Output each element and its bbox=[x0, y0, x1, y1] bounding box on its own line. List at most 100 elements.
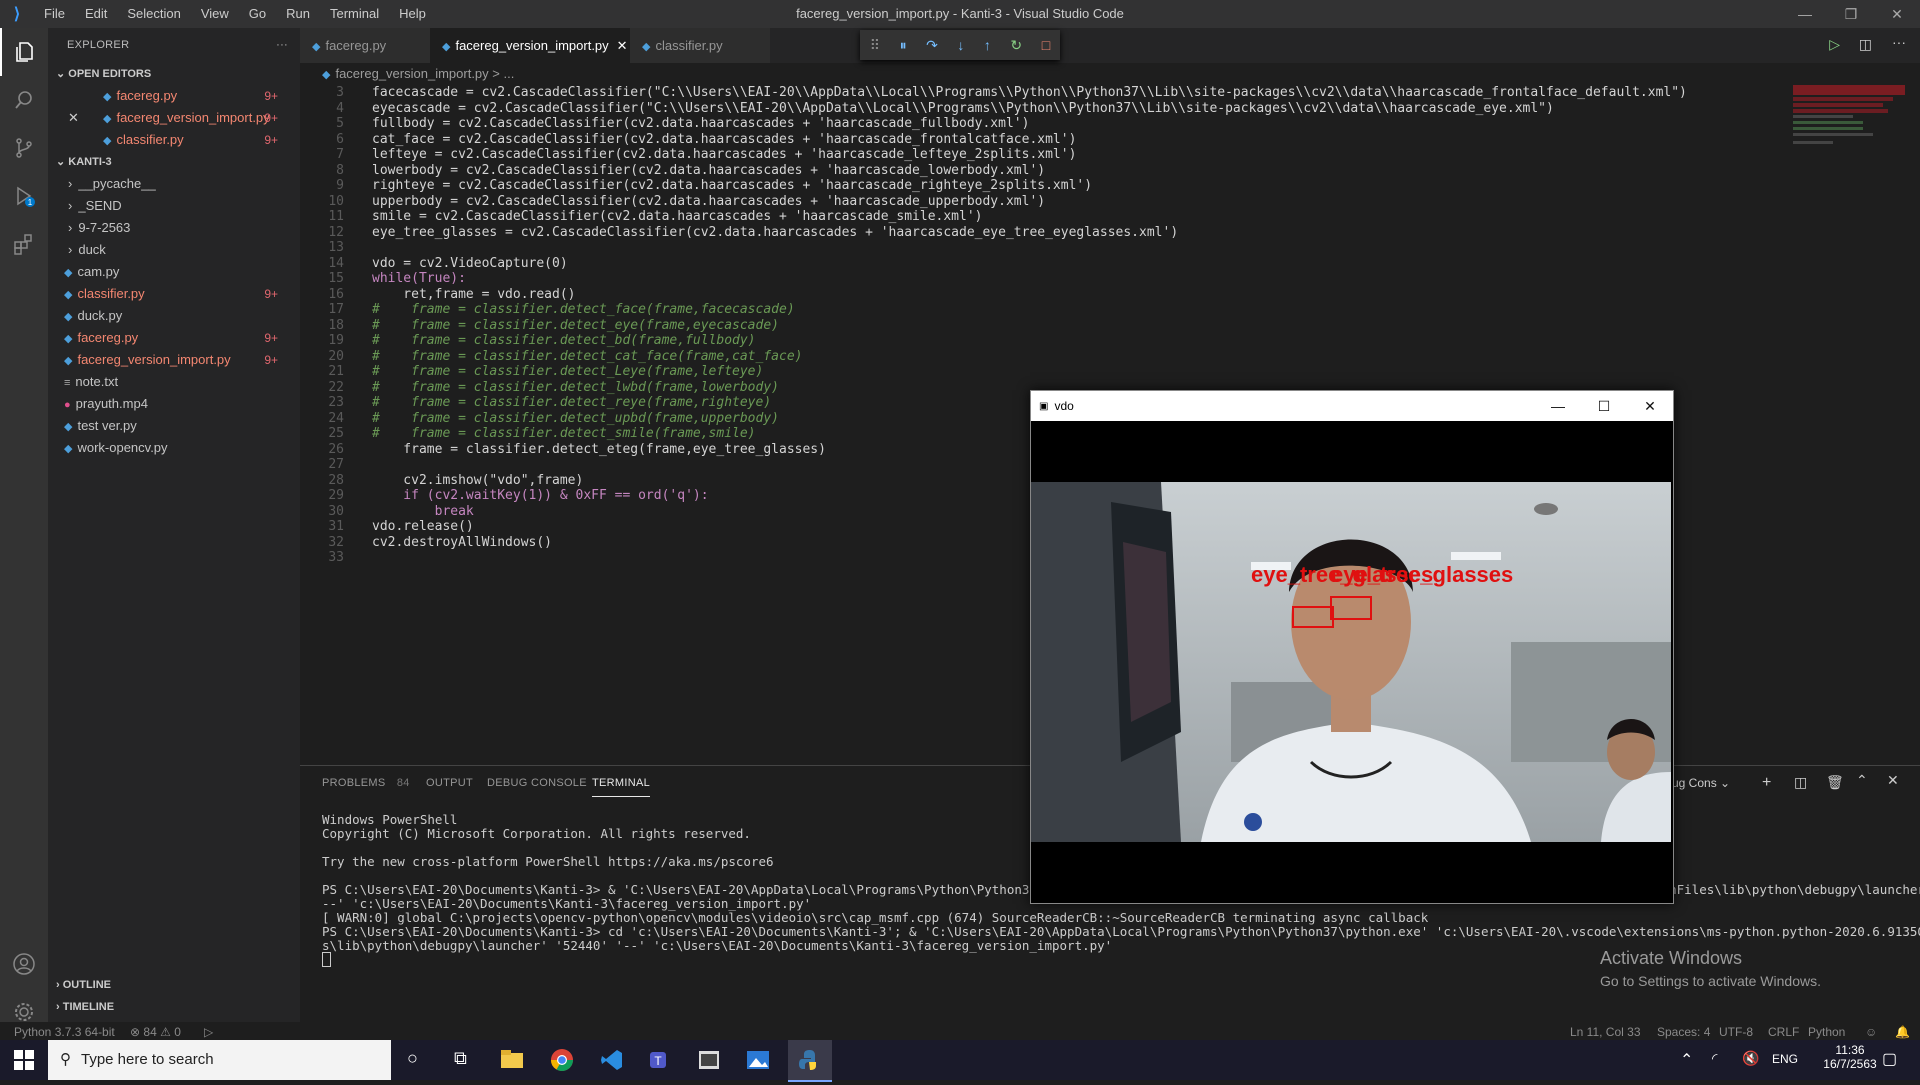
step-out-icon[interactable]: ↑ bbox=[984, 37, 991, 53]
close-window-button[interactable]: ✕ bbox=[1874, 0, 1920, 28]
encoding[interactable]: UTF-8 bbox=[1719, 1025, 1753, 1039]
outline-header[interactable]: › OUTLINE bbox=[48, 974, 111, 996]
feedback-icon[interactable]: ☺ bbox=[1865, 1025, 1877, 1039]
tab-classifier[interactable]: ◆ classifier.py bbox=[630, 28, 770, 63]
extensions-icon[interactable] bbox=[0, 220, 48, 268]
photos-icon[interactable] bbox=[746, 1048, 770, 1077]
account-icon[interactable] bbox=[0, 940, 48, 988]
stop-icon[interactable]: □ bbox=[1042, 37, 1050, 53]
menu-go[interactable]: Go bbox=[239, 0, 276, 28]
file-item[interactable]: ≡ note.txt bbox=[48, 371, 300, 393]
minimap[interactable] bbox=[1793, 85, 1905, 775]
menu-help[interactable]: Help bbox=[389, 0, 436, 28]
more-actions-icon[interactable]: ··· bbox=[276, 28, 288, 63]
vdo-minimize-button[interactable]: — bbox=[1535, 391, 1581, 421]
close-tab-icon[interactable]: ✕ bbox=[617, 38, 628, 53]
pause-icon[interactable]: ⏸ bbox=[900, 37, 907, 54]
maximize-panel-icon[interactable]: ⌃ bbox=[1856, 772, 1868, 789]
task-view-icon[interactable]: ⧉ bbox=[454, 1048, 467, 1069]
vdo-window[interactable]: ▣ vdo — ☐ ✕ eye_tree_glasses eye_tree_gl… bbox=[1030, 390, 1674, 904]
menu-run[interactable]: Run bbox=[276, 0, 320, 28]
show-hidden-icons-icon[interactable]: ⌃ bbox=[1680, 1050, 1693, 1070]
cortana-icon[interactable]: ○ bbox=[407, 1048, 418, 1069]
restore-button[interactable]: ❐ bbox=[1828, 0, 1874, 28]
open-editor-item[interactable]: ◆ facereg.py 9+ bbox=[48, 85, 300, 107]
file-item[interactable]: ◆ facereg_version_import.py 9+ bbox=[48, 349, 300, 371]
timeline-header[interactable]: › TIMELINE bbox=[48, 996, 114, 1018]
line-number: 9 bbox=[336, 178, 344, 193]
menu-edit[interactable]: Edit bbox=[75, 0, 117, 28]
new-terminal-icon[interactable]: + bbox=[1762, 774, 1771, 792]
action-center-icon[interactable]: ▢ bbox=[1882, 1049, 1897, 1069]
tab-output[interactable]: OUTPUT bbox=[426, 766, 473, 801]
taskbar-search-input[interactable]: ⚲ Type here to search bbox=[48, 1040, 391, 1080]
menu-selection[interactable]: Selection bbox=[117, 0, 190, 28]
project-header[interactable]: ⌄ KANTI-3 bbox=[48, 151, 300, 173]
run-file-icon[interactable]: ▷ bbox=[1829, 36, 1840, 53]
language-indicator[interactable]: ENG bbox=[1772, 1052, 1798, 1066]
restart-icon[interactable]: ↻ bbox=[1010, 37, 1022, 54]
trash-icon[interactable]: 🗑 bbox=[1826, 774, 1844, 791]
more-actions-icon[interactable]: ··· bbox=[1892, 34, 1906, 50]
breadcrumb[interactable]: ◆ facereg_version_import.py > ... bbox=[300, 63, 1920, 85]
app-icon[interactable] bbox=[697, 1048, 721, 1077]
teams-icon[interactable]: T bbox=[648, 1048, 674, 1077]
split-terminal-icon[interactable]: ◫ bbox=[1794, 774, 1807, 791]
windows-start-icon[interactable] bbox=[14, 1050, 34, 1075]
python-file-icon: ◆ bbox=[103, 135, 112, 147]
cursor-position[interactable]: Ln 11, Col 33 bbox=[1570, 1025, 1641, 1039]
open-editor-item[interactable]: ✕ ◆ facereg_version_import.py 9+ bbox=[48, 107, 300, 129]
tab-facereg-version-import[interactable]: ◆ facereg_version_import.py ✕ bbox=[430, 28, 630, 63]
line-ending[interactable]: CRLF bbox=[1768, 1025, 1799, 1039]
vdo-maximize-button[interactable]: ☐ bbox=[1581, 391, 1627, 421]
notification-icon[interactable]: 🔔 bbox=[1895, 1025, 1910, 1039]
file-item[interactable]: ◆ classifier.py 9+ bbox=[48, 283, 300, 305]
run-status-icon[interactable]: ▷ bbox=[204, 1025, 213, 1039]
run-debug-icon[interactable]: 1 bbox=[0, 172, 48, 220]
file-item[interactable]: ◆ cam.py bbox=[48, 261, 300, 283]
volume-muted-icon[interactable]: 🔇 bbox=[1742, 1050, 1759, 1067]
split-editor-icon[interactable]: ◫ bbox=[1859, 36, 1872, 53]
file-explorer-icon[interactable] bbox=[500, 1048, 524, 1075]
drag-handle-icon[interactable]: ⠿ bbox=[870, 37, 880, 54]
menu-terminal[interactable]: Terminal bbox=[320, 0, 389, 28]
menu-file[interactable]: File bbox=[34, 0, 75, 28]
line-number: 19 bbox=[328, 333, 344, 348]
vscode-taskbar-icon[interactable] bbox=[600, 1048, 624, 1077]
menu-view[interactable]: View bbox=[191, 0, 239, 28]
step-over-icon[interactable]: ↷ bbox=[926, 37, 938, 54]
language-mode[interactable]: Python bbox=[1808, 1025, 1845, 1039]
tab-facereg[interactable]: ◆ facereg.py bbox=[300, 28, 430, 63]
clock[interactable]: 11:36 16/7/2563 bbox=[1820, 1043, 1880, 1071]
python-interpreter[interactable]: Python 3.7.3 64-bit bbox=[14, 1025, 115, 1039]
close-panel-icon[interactable]: ✕ bbox=[1887, 772, 1899, 789]
open-editors-header[interactable]: ⌄ OPEN EDITORS bbox=[48, 63, 300, 85]
step-into-icon[interactable]: ↓ bbox=[957, 37, 964, 53]
tab-debug-console[interactable]: DEBUG CONSOLE bbox=[487, 766, 587, 801]
close-editor-icon[interactable]: ✕ bbox=[68, 107, 79, 129]
problems-status[interactable]: ⊗ 84 ⚠ 0 bbox=[130, 1025, 181, 1039]
minimize-button[interactable]: — bbox=[1782, 0, 1828, 28]
open-editor-item[interactable]: ◆ classifier.py 9+ bbox=[48, 129, 300, 151]
tab-terminal[interactable]: TERMINAL bbox=[592, 766, 651, 797]
python-app-icon[interactable] bbox=[788, 1040, 832, 1082]
vdo-title-bar[interactable]: ▣ vdo — ☐ ✕ bbox=[1031, 391, 1673, 421]
file-item[interactable]: ◆ duck.py bbox=[48, 305, 300, 327]
folder-item[interactable]: › __pycache__ bbox=[48, 173, 300, 195]
chrome-icon[interactable] bbox=[550, 1048, 574, 1077]
tab-problems[interactable]: PROBLEMS 84 bbox=[322, 766, 410, 801]
folder-item[interactable]: › duck bbox=[48, 239, 300, 261]
vdo-close-button[interactable]: ✕ bbox=[1627, 391, 1673, 421]
wifi-icon[interactable]: ◜ bbox=[1712, 1050, 1717, 1067]
terminal-select[interactable]: ug Cons ⌄ bbox=[1672, 766, 1730, 801]
file-item[interactable]: ◆ test ver.py bbox=[48, 415, 300, 437]
folder-item[interactable]: › 9-7-2563 bbox=[48, 217, 300, 239]
file-item[interactable]: ◆ work-opencv.py bbox=[48, 437, 300, 459]
source-control-icon[interactable] bbox=[0, 124, 48, 172]
file-item[interactable]: ● prayuth.mp4 bbox=[48, 393, 300, 415]
indentation[interactable]: Spaces: 4 bbox=[1657, 1025, 1710, 1039]
folder-item[interactable]: › _SEND bbox=[48, 195, 300, 217]
search-icon[interactable] bbox=[0, 76, 48, 124]
explorer-icon[interactable] bbox=[0, 28, 50, 76]
file-item[interactable]: ◆ facereg.py 9+ bbox=[48, 327, 300, 349]
